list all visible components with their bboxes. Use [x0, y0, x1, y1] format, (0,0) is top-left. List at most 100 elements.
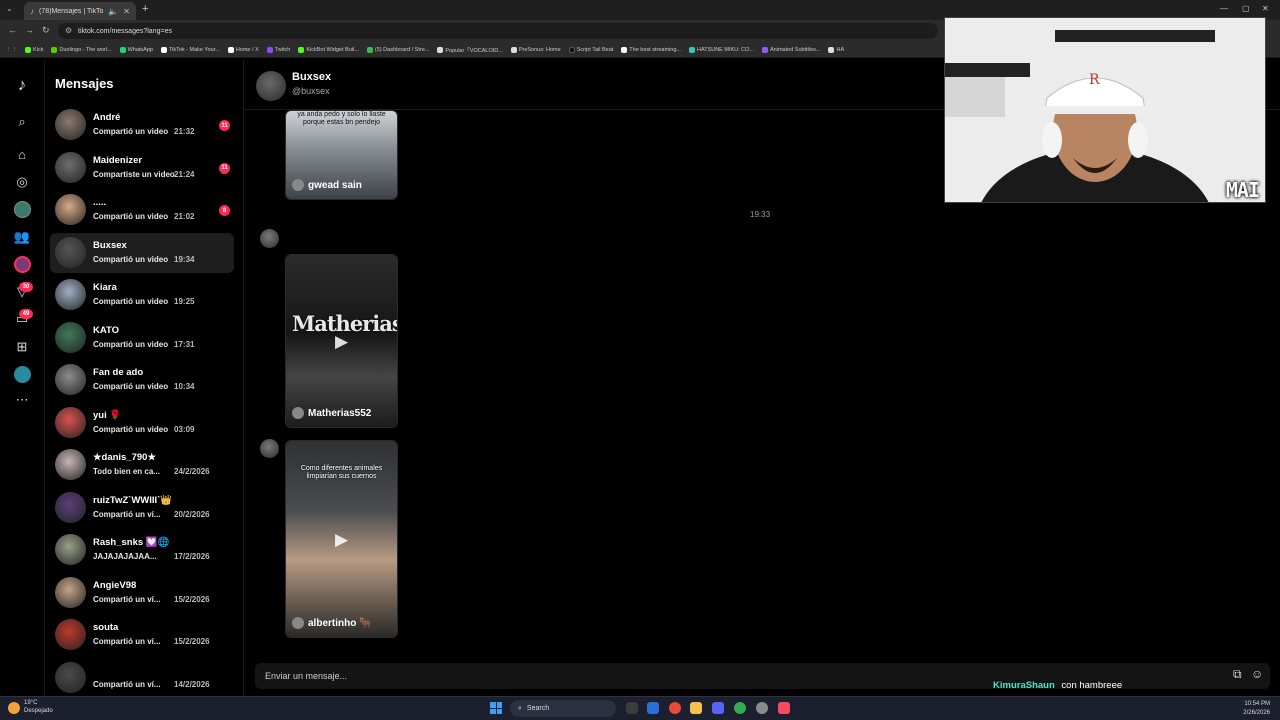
conversation-item[interactable]: KATO Compartió un video 17:31: [50, 318, 234, 358]
bookmark-item[interactable]: HATSUNE MIKU: CO...: [688, 46, 754, 53]
weather-widget[interactable]: 19°C Despejado: [8, 700, 53, 716]
avatar[interactable]: [260, 229, 279, 248]
apps-icon[interactable]: ⋮⋮: [6, 47, 17, 53]
discord-icon[interactable]: [712, 702, 724, 714]
conversation-item[interactable]: AngieV98 Compartió un ví... 15/2/2026: [50, 573, 234, 613]
conversation-name: Kiara: [93, 282, 117, 293]
bookmark-item[interactable]: Home / X: [227, 46, 259, 53]
conversation-item[interactable]: ..... Compartió un video 21:02 8: [50, 190, 234, 230]
author-avatar: [292, 179, 304, 191]
conversation-item[interactable]: Rash_snks 💟🌐 JAJAJAJAJAA... 17/2/2026: [50, 530, 234, 570]
avatar[interactable]: [260, 439, 279, 458]
author-avatar: [292, 407, 304, 419]
close-window-icon[interactable]: ✕: [1262, 4, 1269, 13]
minimize-icon[interactable]: —: [1220, 4, 1228, 13]
browser-tab-tiktok[interactable]: ♪ (78)Mensajes | TikTok 🔈 ✕: [24, 2, 136, 20]
task-view-icon[interactable]: [626, 702, 638, 714]
settings-icon[interactable]: [756, 702, 768, 714]
conversation-item[interactable]: Maidenizer Compartiste un video 21:24 11: [50, 148, 234, 188]
store-icon[interactable]: [647, 702, 659, 714]
shared-video-card[interactable]: Matherias55 ▶ Matherias552: [285, 254, 398, 428]
upload-icon[interactable]: ⊞: [12, 337, 32, 357]
live-avatar-icon[interactable]: [12, 254, 32, 274]
tab-close-icon[interactable]: ✕: [123, 7, 130, 16]
bookmark-item[interactable]: (5) Dashboard / Stre...: [366, 46, 429, 53]
chat-contact-handle[interactable]: @buxsex: [292, 86, 330, 96]
conversation-item[interactable]: André Compartió un video 21:32 11: [50, 105, 234, 145]
bookmark-item[interactable]: Twitch: [266, 46, 290, 53]
forward-icon[interactable]: →: [25, 25, 34, 35]
bookmark-item[interactable]: Kick: [25, 46, 43, 53]
music-app-icon[interactable]: [778, 702, 790, 714]
conversation-preview: Compartió un video: [93, 297, 169, 306]
conversation-preview: Compartió un ví...: [93, 509, 161, 519]
windows-start-icon[interactable]: [490, 702, 502, 714]
page-title: Mensajes: [55, 76, 114, 91]
video-thumbnail: Como diferentes animales limpiarían sus …: [286, 441, 397, 637]
bookmark-item[interactable]: Duolingo - The worl...: [51, 46, 112, 53]
bookmark-item[interactable]: Script Tail Beat: [568, 46, 613, 53]
message-input[interactable]: [265, 668, 965, 684]
tiktok-logo-icon[interactable]: ♪: [12, 75, 32, 95]
conversation-name: Maidenizer: [93, 154, 143, 166]
conversation-item[interactable]: yui 🌹 Compartió un video 03:09: [50, 403, 234, 443]
conversation-item[interactable]: ★danis_790★ Todo bien en ca... 24/2/2026: [50, 445, 234, 485]
avatar: [55, 661, 86, 693]
avatar: [55, 534, 86, 565]
conversation-time: 17:31: [174, 339, 195, 349]
reload-icon[interactable]: ↻: [42, 25, 50, 36]
conversation-time: 21:02: [174, 212, 195, 221]
conversation-item[interactable]: Fan de ado Compartió un video 10:34: [50, 360, 234, 400]
bookmark-item[interactable]: Animated Subtitles...: [762, 46, 820, 53]
video-author: Matherias552: [292, 407, 371, 419]
conversation-name: ★danis_790★: [93, 452, 156, 463]
bookmark-item[interactable]: PreSonus: Home: [510, 46, 561, 53]
conversation-time: 14/2/2026: [174, 679, 210, 689]
friends-icon[interactable]: 👥: [12, 227, 32, 247]
bookmark-item[interactable]: WhatsApp: [119, 46, 153, 53]
home-icon[interactable]: ⌂: [12, 144, 32, 164]
play-icon[interactable]: ▶: [335, 332, 348, 352]
search-icon[interactable]: ⌕: [12, 112, 32, 132]
bookmark-item[interactable]: HA: [828, 46, 844, 53]
back-icon[interactable]: ←: [8, 25, 17, 35]
messages-badge: 49: [19, 309, 33, 319]
bookmark-item[interactable]: TikTok - Make Your...: [160, 46, 220, 53]
conversation-item[interactable]: ruizTwZ`WWIII`👑 Compartió un ví... 20/2/20…: [50, 488, 234, 528]
file-explorer-icon[interactable]: [690, 702, 702, 714]
conversation-time: 19:25: [174, 297, 195, 306]
site-info-icon[interactable]: ⚙: [65, 26, 72, 35]
play-icon[interactable]: ▶: [335, 530, 348, 550]
conversation-name: yui 🌹: [93, 409, 122, 421]
bookmark-item[interactable]: KickBot Widget Buil...: [298, 46, 359, 53]
avatar: [55, 194, 86, 225]
chat-contact-name[interactable]: Buxsex: [292, 71, 331, 83]
taskbar-clock[interactable]: 10:54 PM 2/26/2026: [1243, 700, 1270, 718]
conversation-item[interactable]: Compartió un ví... 14/2/2026: [50, 658, 234, 697]
new-tab-icon[interactable]: +: [142, 3, 148, 15]
speaker-icon[interactable]: 🔈: [108, 7, 118, 16]
image-upload-icon[interactable]: ⧉: [1233, 667, 1242, 682]
following-avatar-icon[interactable]: [12, 199, 32, 219]
taskbar-search[interactable]: ⌕ Search: [510, 700, 616, 717]
conversation-item[interactable]: Kiara Compartió un video 19:25: [50, 275, 234, 315]
url-field[interactable]: ⚙ tiktok.com/messages?lang=es: [58, 23, 938, 39]
more-icon[interactable]: ⋯: [12, 390, 32, 410]
shared-video-card[interactable]: Como diferentes animales limpiarían sus …: [285, 440, 398, 638]
conversation-item[interactable]: Buxsex Compartió un video 19:34: [50, 232, 234, 273]
explore-compass-icon[interactable]: ◎: [12, 172, 32, 192]
app-icon[interactable]: [669, 702, 681, 714]
emoji-icon[interactable]: ☺: [1251, 667, 1263, 681]
bookmark-item[interactable]: Popular「VOCALOID...: [437, 46, 503, 54]
shared-video-card[interactable]: ya anda pedo y solo lo llaste porque est…: [285, 110, 398, 200]
avatar[interactable]: [256, 71, 286, 101]
conversation-preview: Compartió un ví...: [93, 594, 161, 604]
maximize-icon[interactable]: ▢: [1242, 4, 1250, 13]
profile-avatar-icon[interactable]: [12, 364, 32, 384]
chrome-icon[interactable]: [734, 702, 746, 714]
bookmark-item[interactable]: The best streaming...: [621, 46, 681, 53]
conversation-preview: Compartió un video: [93, 339, 169, 349]
conversation-item[interactable]: souta Compartió un ví... 15/2/2026: [50, 615, 234, 655]
conversation-preview: Compartió un video: [93, 127, 169, 136]
tab-list-icon[interactable]: ⌄: [6, 4, 13, 13]
